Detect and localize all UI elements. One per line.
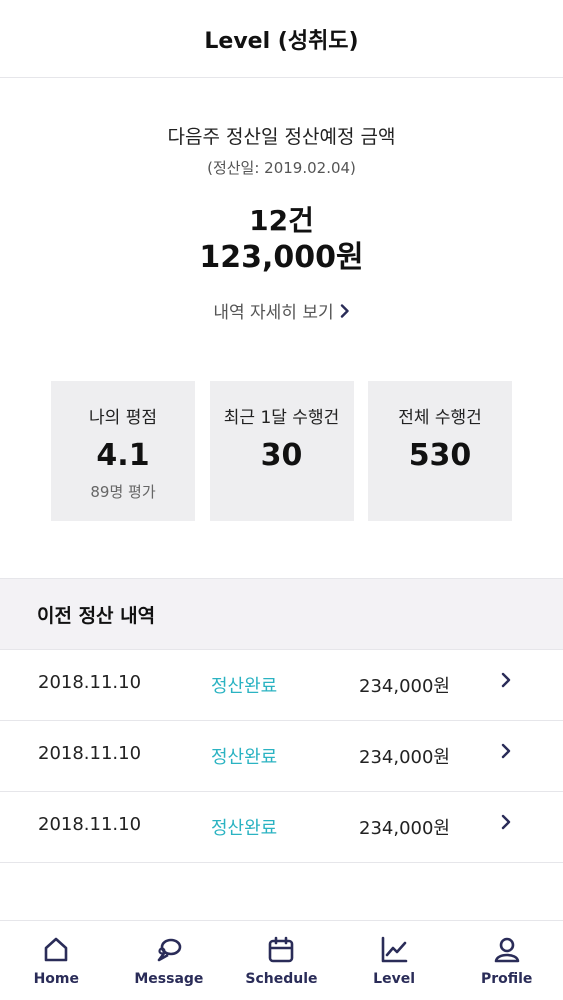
row-status: 정산완료 <box>211 747 278 768</box>
row-date: 2018.11.10 <box>38 814 142 835</box>
history-row[interactable]: 2018.11.10 정산완료 234,000원 <box>0 650 563 721</box>
page-title: Level (성취도) <box>204 28 359 54</box>
stat-card-rating: 나의 평점 4.1 89명 평가 <box>51 381 195 521</box>
stat-label: 전체 수행건 <box>398 408 482 428</box>
chevron-right-icon <box>340 303 349 318</box>
row-date: 2018.11.10 <box>38 672 142 693</box>
tab-level[interactable]: Level <box>338 921 451 1000</box>
calendar-icon <box>269 936 294 963</box>
chevron-right-icon <box>501 743 511 759</box>
stat-value: 30 <box>260 438 303 473</box>
tab-message[interactable]: Message <box>113 921 226 1000</box>
stat-label: 나의 평점 <box>89 408 157 428</box>
row-amount: 234,000원 <box>359 747 450 768</box>
stat-sub: 89명 평가 <box>90 483 156 501</box>
tab-label: Message <box>134 971 204 987</box>
app-header: Level (성취도) <box>0 0 563 78</box>
view-details-link[interactable]: 내역 자세히 보기 <box>213 298 349 323</box>
row-amount: 234,000원 <box>359 676 450 697</box>
chevron-right-icon <box>501 814 511 830</box>
bottom-tab-bar: Home Message Schedule Level Profile <box>0 920 563 1000</box>
tab-profile[interactable]: Profile <box>450 921 563 1000</box>
message-icon <box>157 938 182 962</box>
chevron-right-icon <box>501 672 511 688</box>
settlement-count: 12건 <box>249 204 314 237</box>
history-title: 이전 정산 내역 <box>37 604 156 627</box>
tab-home[interactable]: Home <box>0 921 113 1000</box>
settlement-amount: 123,000원 <box>199 240 364 275</box>
view-details-label: 내역 자세히 보기 <box>213 303 334 323</box>
user-icon <box>494 937 519 963</box>
history-header: 이전 정산 내역 <box>0 578 563 650</box>
row-status: 정산완료 <box>211 676 278 697</box>
stat-label: 최근 1달 수행건 <box>223 408 340 428</box>
row-status: 정산완료 <box>211 818 278 839</box>
stats-row: 나의 평점 4.1 89명 평가 최근 1달 수행건 30 전체 수행건 530 <box>0 381 563 521</box>
history-row[interactable]: 2018.11.10 정산완료 234,000원 <box>0 721 563 792</box>
tab-schedule[interactable]: Schedule <box>225 921 338 1000</box>
stat-value: 530 <box>408 438 472 473</box>
settlement-history: 이전 정산 내역 2018.11.10 정산완료 234,000원 2018.1… <box>0 578 563 863</box>
settlement-summary: 다음주 정산일 정산예정 금액 (정산일: 2019.02.04) 12건 12… <box>0 78 563 323</box>
tab-label: Schedule <box>245 971 318 987</box>
stat-card-total: 전체 수행건 530 <box>368 381 512 521</box>
home-icon <box>44 937 68 962</box>
summary-heading: 다음주 정산일 정산예정 금액 <box>167 126 396 148</box>
settlement-date: (정산일: 2019.02.04) <box>207 159 356 177</box>
stat-value: 4.1 <box>96 438 150 473</box>
tab-label: Home <box>33 971 79 987</box>
tab-label: Profile <box>480 971 533 987</box>
chart-icon <box>381 936 408 963</box>
tab-label: Level <box>373 971 415 987</box>
history-row[interactable]: 2018.11.10 정산완료 234,000원 <box>0 792 563 863</box>
stat-card-recent-month: 최근 1달 수행건 30 <box>209 381 354 521</box>
row-amount: 234,000원 <box>359 818 450 839</box>
row-date: 2018.11.10 <box>38 743 142 764</box>
